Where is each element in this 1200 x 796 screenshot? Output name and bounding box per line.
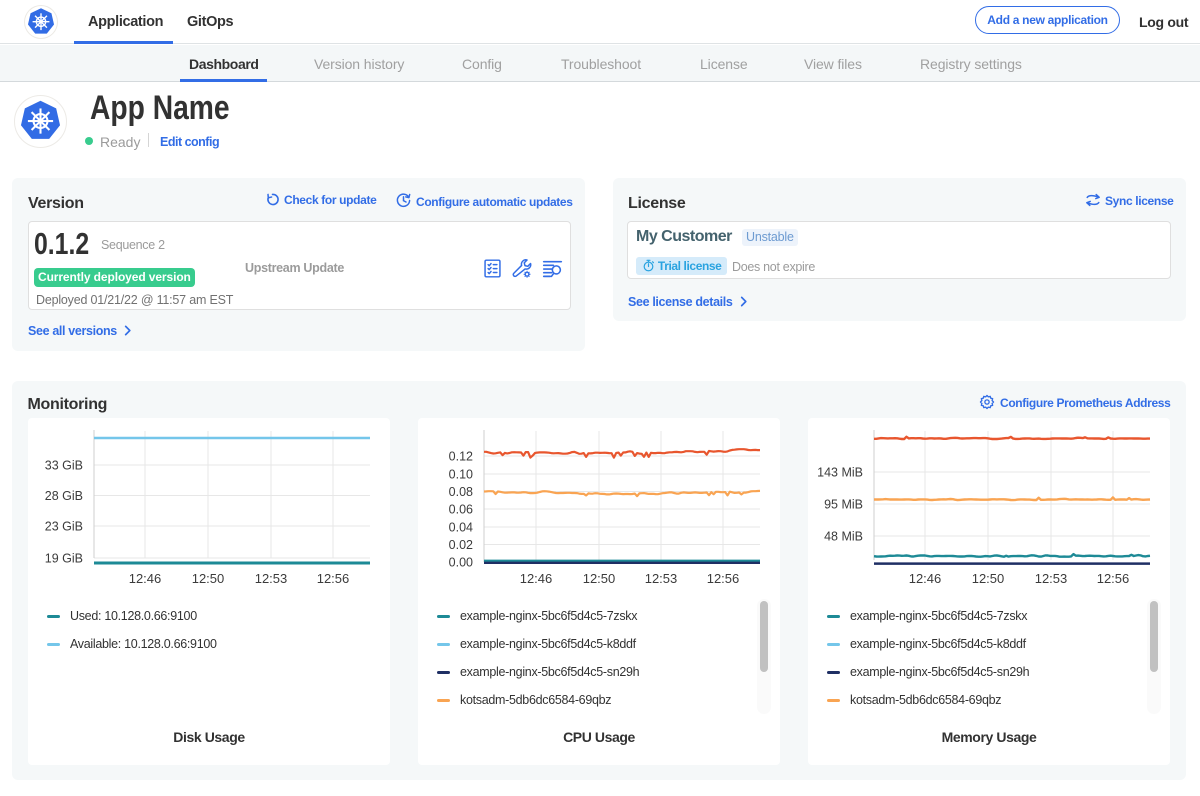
svg-text:12:53: 12:53	[1035, 571, 1068, 586]
svg-text:12:53: 12:53	[255, 571, 288, 586]
svg-text:0.00: 0.00	[449, 556, 473, 570]
svg-text:12:50: 12:50	[583, 571, 616, 586]
svg-text:12:53: 12:53	[645, 571, 678, 586]
svg-text:12:50: 12:50	[972, 571, 1005, 586]
svg-text:12:56: 12:56	[707, 571, 740, 586]
svg-text:143 MiB: 143 MiB	[817, 466, 863, 480]
svg-text:48 MiB: 48 MiB	[824, 530, 863, 544]
svg-text:19 GiB: 19 GiB	[45, 552, 83, 566]
svg-text:12:46: 12:46	[520, 571, 553, 586]
svg-text:0.08: 0.08	[449, 485, 473, 499]
svg-text:23 GiB: 23 GiB	[45, 520, 83, 534]
svg-text:0.12: 0.12	[449, 450, 473, 464]
svg-text:28 GiB: 28 GiB	[45, 489, 83, 503]
svg-text:0.10: 0.10	[449, 468, 473, 482]
svg-text:95 MiB: 95 MiB	[824, 498, 863, 512]
svg-text:12:56: 12:56	[317, 571, 350, 586]
svg-text:12:50: 12:50	[192, 571, 225, 586]
svg-text:12:46: 12:46	[129, 571, 162, 586]
svg-text:12:56: 12:56	[1097, 571, 1130, 586]
svg-text:0.06: 0.06	[449, 503, 473, 517]
svg-text:12:46: 12:46	[909, 571, 942, 586]
svg-text:0.04: 0.04	[449, 521, 473, 535]
svg-text:33 GiB: 33 GiB	[45, 459, 83, 473]
svg-text:0.02: 0.02	[449, 538, 473, 552]
